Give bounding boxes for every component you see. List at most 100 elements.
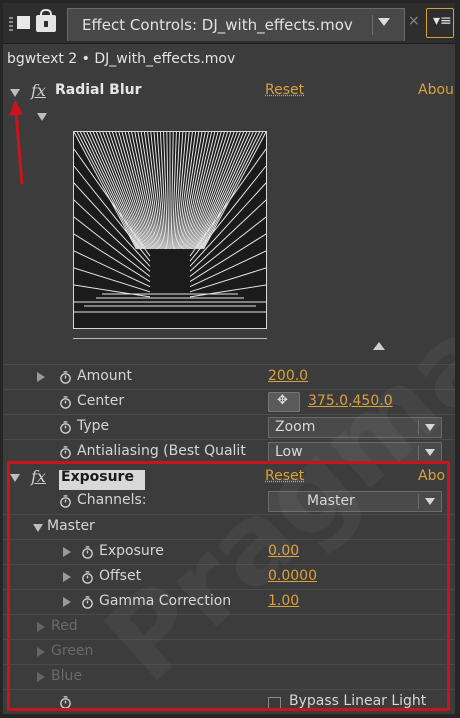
- stopwatch-icon[interactable]: [59, 446, 72, 459]
- dropdown-value: Zoom: [275, 419, 316, 435]
- expand-triangle-icon[interactable]: [37, 672, 45, 682]
- checkbox-label: Bypass Linear Light: [289, 693, 427, 709]
- radial-blur-preview[interactable]: [73, 131, 267, 329]
- group-label: Red: [51, 618, 78, 634]
- blur-ray: [89, 132, 143, 250]
- blur-ray: [74, 250, 151, 288]
- group-row-master[interactable]: Master: [3, 514, 455, 540]
- property-label: Amount: [77, 368, 133, 384]
- crosshair-glyph: ✥: [277, 393, 288, 408]
- preview-collapse-triangle-icon[interactable]: [37, 113, 47, 121]
- annotation-arrow-icon: [9, 100, 24, 185]
- chevron-down-icon: [425, 424, 435, 431]
- lock-icon[interactable]: [36, 9, 56, 32]
- close-icon[interactable]: ×: [408, 13, 420, 29]
- panel-menu-button[interactable]: ▾≡: [426, 8, 454, 38]
- about-link[interactable]: Abo: [418, 468, 445, 484]
- tab-divider: [372, 15, 373, 35]
- property-row-type: Type Zoom: [3, 414, 455, 440]
- blur-ray: [189, 250, 266, 288]
- property-row-bypass: Bypass Linear Light: [3, 689, 455, 714]
- tab-title: Effect Controls: DJ_with_effects.mov: [82, 16, 353, 34]
- effect-header-exposure: fx Exposure Reset Abo: [3, 465, 455, 491]
- chevron-down-icon[interactable]: [378, 18, 390, 26]
- property-row-exposure: Exposure 0.00: [3, 539, 455, 565]
- stopwatch-icon[interactable]: [59, 371, 72, 384]
- dropdown-divider: [418, 494, 419, 509]
- group-label: Blue: [51, 668, 82, 684]
- center-value[interactable]: 375.0,450.0: [308, 393, 393, 409]
- offset-value[interactable]: 0.0000: [268, 568, 317, 584]
- property-label: Type: [77, 418, 110, 434]
- amount-value[interactable]: 200.0: [268, 368, 308, 384]
- group-label: Green: [51, 643, 94, 659]
- panel-icon: [17, 16, 30, 29]
- expand-triangle-icon[interactable]: [37, 622, 45, 632]
- property-row-channels: Channels: Master: [3, 489, 455, 514]
- type-dropdown[interactable]: Zoom: [268, 417, 442, 438]
- stopwatch-icon[interactable]: [59, 495, 72, 508]
- property-label: Channels:: [77, 492, 147, 508]
- menu-icon: ▾≡: [433, 13, 452, 29]
- blur-ray: [189, 267, 266, 293]
- property-label: Offset: [99, 568, 142, 584]
- reset-link[interactable]: Reset: [265, 468, 304, 484]
- collapse-triangle-icon[interactable]: [10, 474, 20, 482]
- fx-toggle[interactable]: fx: [31, 81, 46, 100]
- property-label: Antialiasing (Best Qualit: [77, 443, 246, 459]
- stopwatch-icon[interactable]: [59, 421, 72, 434]
- effect-name: Radial Blur: [55, 82, 142, 98]
- stopwatch-icon[interactable]: [81, 571, 94, 584]
- stopwatch-icon[interactable]: [81, 546, 94, 559]
- property-row-gamma-correction: Gamma Correction 1.00: [3, 589, 455, 615]
- property-row-amount: Amount 200.0: [3, 364, 455, 390]
- dropdown-value: Master: [307, 493, 355, 509]
- about-link[interactable]: Abou: [418, 82, 454, 98]
- channels-dropdown[interactable]: Master: [268, 491, 442, 512]
- stopwatch-icon[interactable]: [59, 396, 72, 409]
- chevron-down-icon: [425, 449, 435, 456]
- effect-name: Exposure: [61, 469, 134, 485]
- gamma-value[interactable]: 1.00: [268, 593, 299, 609]
- blur-ray: [189, 284, 266, 298]
- expand-triangle-icon[interactable]: [37, 372, 45, 382]
- collapse-triangle-icon[interactable]: [33, 524, 43, 532]
- fx-toggle[interactable]: fx: [31, 467, 46, 486]
- group-row-green[interactable]: Green: [3, 639, 455, 665]
- stopwatch-icon[interactable]: [81, 596, 94, 609]
- expand-triangle-icon[interactable]: [63, 572, 71, 582]
- expand-triangle-icon[interactable]: [63, 547, 71, 557]
- property-label: Gamma Correction: [99, 593, 232, 609]
- group-row-blue[interactable]: Blue: [3, 664, 455, 690]
- bypass-checkbox[interactable]: [268, 697, 281, 710]
- crosshair-target-icon[interactable]: ✥: [268, 392, 300, 412]
- blur-ray: [74, 284, 151, 298]
- dropdown-value: Low: [275, 444, 303, 460]
- blur-ray: [197, 132, 251, 250]
- dropdown-divider: [418, 445, 419, 460]
- exposure-value[interactable]: 0.00: [268, 543, 299, 559]
- property-row-center: Center ✥ 375.0,450.0: [3, 389, 455, 415]
- drag-grip-icon[interactable]: [9, 17, 13, 31]
- property-label: Exposure: [99, 543, 164, 559]
- group-label: Master: [47, 518, 95, 534]
- panel-tab-bar: Effect Controls: DJ_with_effects.mov × ▾…: [3, 3, 455, 44]
- collapse-triangle-icon[interactable]: [10, 89, 20, 97]
- effect-controls-panel: Effect Controls: DJ_with_effects.mov × ▾…: [3, 3, 455, 714]
- reset-link[interactable]: Reset: [265, 82, 304, 98]
- property-row-offset: Offset 0.0000: [3, 564, 455, 590]
- antialiasing-dropdown[interactable]: Low: [268, 442, 442, 463]
- expand-triangle-icon[interactable]: [63, 597, 71, 607]
- radial-blur-graphic: [74, 132, 266, 313]
- property-label: Center: [77, 393, 125, 409]
- dropdown-divider: [418, 420, 419, 435]
- stopwatch-icon[interactable]: [59, 696, 72, 709]
- effect-header-radial-blur: fx Radial Blur Reset Abou: [3, 80, 455, 106]
- blur-ray: [74, 267, 151, 293]
- preview-divider: [73, 338, 267, 339]
- group-row-red[interactable]: Red: [3, 614, 455, 640]
- breadcrumb: bgwtext 2 • DJ_with_effects.mov: [7, 51, 236, 67]
- tab-effect-controls[interactable]: Effect Controls: DJ_with_effects.mov: [67, 8, 405, 41]
- expand-triangle-icon[interactable]: [37, 647, 45, 657]
- expand-up-triangle-icon[interactable]: [373, 342, 385, 350]
